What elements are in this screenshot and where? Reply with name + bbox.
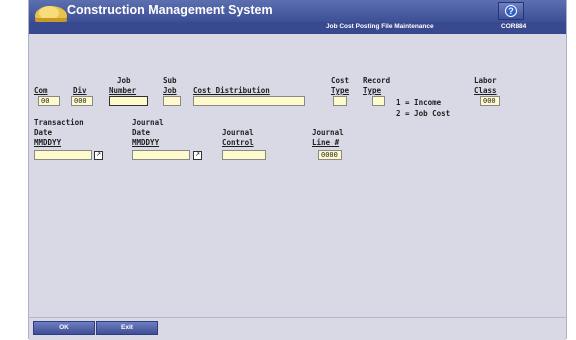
transaction-date-label-1: Transaction	[34, 118, 84, 127]
cost-distribution-label: Cost Distribution	[193, 86, 270, 95]
journal-date-label-1: Journal	[132, 118, 164, 127]
labor-class-label-top: Labor	[474, 76, 497, 85]
screen-title: Job Cost Posting File Maintenance	[326, 23, 434, 30]
record-type-option-job-cost: 2 = Job Cost	[396, 109, 451, 118]
app-window: Construction Management System ? Job Cos…	[28, 0, 567, 340]
journal-line-label: Line #	[312, 138, 340, 147]
app-title: Construction Management System	[67, 3, 273, 17]
record-type-option-income: 1 = Income	[396, 98, 442, 107]
ok-button[interactable]: OK	[33, 321, 95, 335]
transaction-date-field[interactable]	[34, 150, 92, 160]
transaction-date-label-2: Date	[34, 128, 53, 137]
record-type-label: Type	[363, 86, 382, 95]
record-type-label-top: Record	[363, 76, 391, 85]
labor-class-field[interactable]: 000	[480, 96, 500, 106]
transaction-date-calendar-icon[interactable]: ↗	[94, 151, 103, 160]
journal-control-label: Control	[222, 138, 254, 147]
journal-date-calendar-icon[interactable]: ↗	[193, 151, 202, 160]
journal-control-field[interactable]	[222, 150, 266, 160]
title-bar: Construction Management System ?	[29, 0, 566, 26]
journal-date-label-2: Date	[132, 128, 151, 137]
cost-type-label: Type	[331, 86, 350, 95]
journal-line-field[interactable]: 0000	[318, 150, 342, 160]
cost-distribution-field[interactable]	[193, 96, 305, 106]
help-icon: ?	[505, 5, 517, 17]
record-type-field[interactable]	[372, 96, 385, 106]
transaction-date-format: MMDDYY	[34, 138, 62, 147]
help-button[interactable]: ?	[498, 2, 524, 20]
com-label: Com	[34, 86, 48, 95]
sub-job-label-top: Sub	[163, 76, 177, 85]
screen-header: Job Cost Posting File Maintenance COR884	[29, 22, 566, 34]
journal-line-label-1: Journal	[312, 128, 344, 137]
job-number-label-top: Job	[117, 76, 131, 85]
sub-job-label: Job	[163, 86, 177, 95]
screen-code: COR884	[501, 23, 527, 30]
div-label: Div	[73, 86, 87, 95]
labor-class-label: Class	[474, 86, 497, 95]
footer-bar: OK Exit	[29, 317, 566, 340]
cost-type-field[interactable]	[333, 96, 347, 106]
job-number-field[interactable]	[109, 96, 148, 106]
sub-job-field[interactable]	[163, 96, 181, 106]
div-field[interactable]: 000	[71, 96, 93, 106]
cost-type-label-top: Cost	[331, 76, 350, 85]
job-number-label: Number	[109, 86, 137, 95]
exit-button[interactable]: Exit	[96, 321, 158, 335]
com-field[interactable]: 00	[38, 96, 60, 106]
journal-control-label-1: Journal	[222, 128, 254, 137]
journal-date-format: MMDDYY	[132, 138, 160, 147]
journal-date-field[interactable]	[132, 150, 190, 160]
